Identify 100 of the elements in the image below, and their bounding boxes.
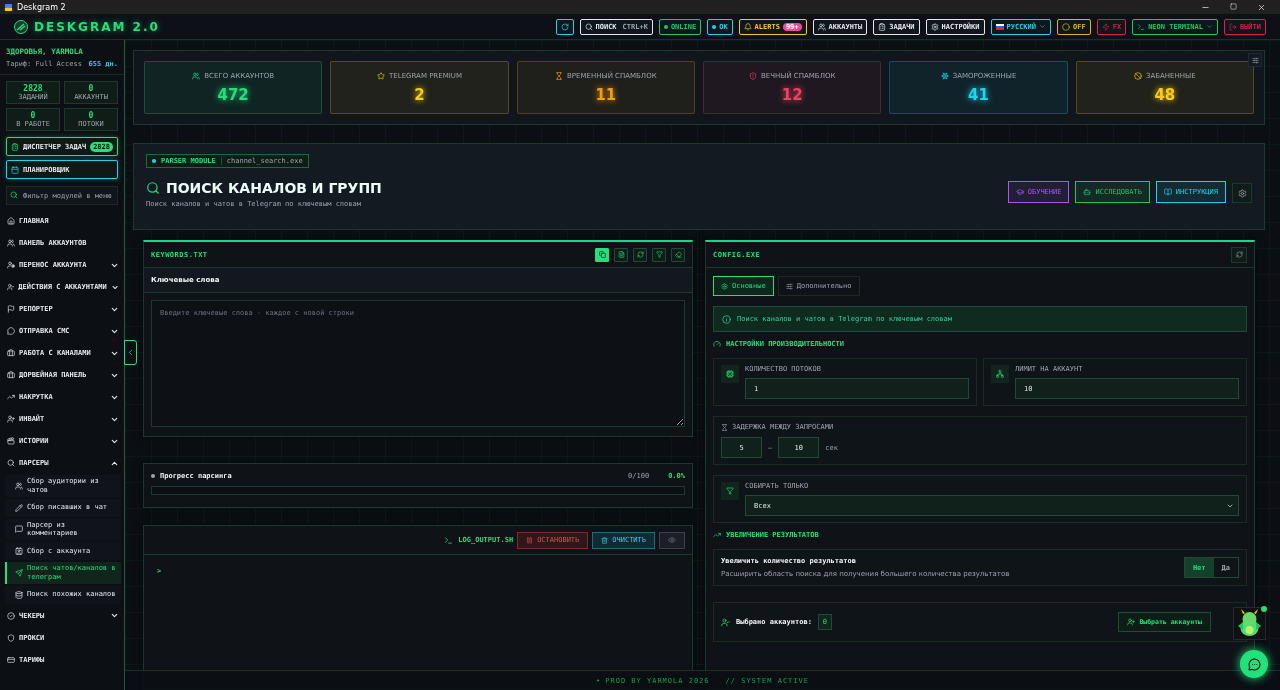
subitem-icon <box>15 590 23 599</box>
close-icon[interactable] <box>1257 2 1266 12</box>
nav-icon <box>7 283 15 291</box>
nav-icon <box>7 371 15 379</box>
circle-icon <box>1062 22 1071 31</box>
logout-icon <box>1228 22 1237 31</box>
refresh-icon <box>560 22 569 31</box>
hourglass-icon <box>721 423 728 431</box>
chart-icon <box>713 531 721 539</box>
refresh-button[interactable] <box>555 18 574 35</box>
stat-icon <box>748 71 757 80</box>
stat-icon <box>940 71 949 80</box>
lightning-icon <box>1101 22 1110 31</box>
users-icon <box>817 22 826 31</box>
chat-icon <box>1247 657 1261 671</box>
calendar-icon <box>11 165 19 174</box>
nav-icon <box>7 611 15 620</box>
stat-icon <box>1133 71 1142 80</box>
nav-icon <box>7 415 15 423</box>
nav-icon <box>7 217 15 225</box>
app-logo: DESKGRAM 2.0 <box>34 19 160 34</box>
caret-icon <box>1039 23 1047 30</box>
search-icon <box>10 191 18 199</box>
filter-icon <box>726 487 734 495</box>
stat-value: 0 <box>88 111 94 120</box>
sliders-icon <box>1251 56 1259 64</box>
subitem-icon <box>15 525 23 534</box>
mascot-avatar[interactable] <box>1233 607 1266 640</box>
pause-icon <box>526 536 534 544</box>
nav-icon <box>7 327 15 335</box>
subitem-icon <box>15 568 23 577</box>
button-icon <box>1083 188 1092 196</box>
stat-icon <box>192 71 201 80</box>
stat-value: 2 <box>414 85 425 104</box>
settings-icon <box>930 22 939 31</box>
stat-value: 11 <box>595 85 617 104</box>
tab-icon <box>785 282 793 290</box>
panel-settings-button[interactable] <box>1248 53 1262 67</box>
stat-value: 2828 <box>23 84 43 93</box>
clipboard-icon <box>878 22 887 31</box>
settings-icon <box>1237 188 1247 198</box>
tab-icon <box>721 282 728 290</box>
tool-icon <box>674 251 682 258</box>
refresh-icon <box>1235 251 1243 258</box>
stat-value: 472 <box>217 85 249 104</box>
nav-icon <box>7 305 15 313</box>
tool-icon <box>617 251 625 258</box>
nav-icon <box>7 437 15 445</box>
stat-value: 48 <box>1154 85 1176 104</box>
collapse-sidebar-button[interactable] <box>124 340 137 365</box>
button-icon <box>1015 188 1024 196</box>
stat-value: 0 <box>88 84 94 93</box>
setting-icon <box>726 370 734 378</box>
terminal-icon <box>1137 22 1146 31</box>
status-dot <box>151 474 155 478</box>
tool-icon <box>598 251 606 258</box>
user-check-icon <box>721 617 730 627</box>
bell-icon <box>743 22 752 31</box>
eye-icon <box>668 536 676 544</box>
maximize-icon[interactable] <box>1230 2 1237 10</box>
stat-value: 41 <box>968 85 989 104</box>
terminal-icon <box>444 535 454 545</box>
setting-icon <box>996 370 1004 378</box>
chevron-left-icon <box>126 348 135 357</box>
nav-icon <box>7 239 15 247</box>
stat-value: 0 <box>30 111 36 120</box>
info-icon <box>722 314 731 324</box>
settings-button[interactable] <box>1232 183 1252 203</box>
status-dot <box>712 24 717 29</box>
button-icon <box>1163 188 1172 196</box>
nav-icon <box>7 393 15 401</box>
nav-icon <box>7 655 15 664</box>
nav-icon <box>7 261 15 269</box>
chip-dot <box>152 159 156 163</box>
flag-icon <box>995 23 1004 30</box>
search-icon <box>584 22 593 31</box>
module-title: ПОИСК КАНАЛОВ И ГРУПП <box>166 180 382 196</box>
tool-icon <box>655 251 663 258</box>
app-icon <box>4 2 13 12</box>
caret-icon <box>110 611 119 620</box>
search-icon <box>146 181 160 195</box>
online-dot <box>1261 606 1267 612</box>
nav-icon <box>7 633 15 642</box>
nav-icon <box>7 459 15 467</box>
gauge-icon <box>713 340 721 348</box>
clipboard-icon <box>11 142 19 151</box>
stat-icon <box>377 71 386 80</box>
trash-icon <box>601 536 609 544</box>
stat-icon <box>555 71 563 80</box>
subitem-icon <box>15 481 23 490</box>
logo-icon <box>14 19 28 34</box>
nav-icon <box>7 349 15 357</box>
tool-icon <box>636 251 644 258</box>
window-title: Deskgram 2 <box>17 2 66 12</box>
subitem-icon <box>15 503 23 512</box>
user-plus-icon <box>1127 618 1136 626</box>
subitem-icon <box>15 547 23 555</box>
stat-value: 12 <box>781 85 803 104</box>
caret-icon <box>1205 23 1213 30</box>
status-dot <box>663 24 668 29</box>
